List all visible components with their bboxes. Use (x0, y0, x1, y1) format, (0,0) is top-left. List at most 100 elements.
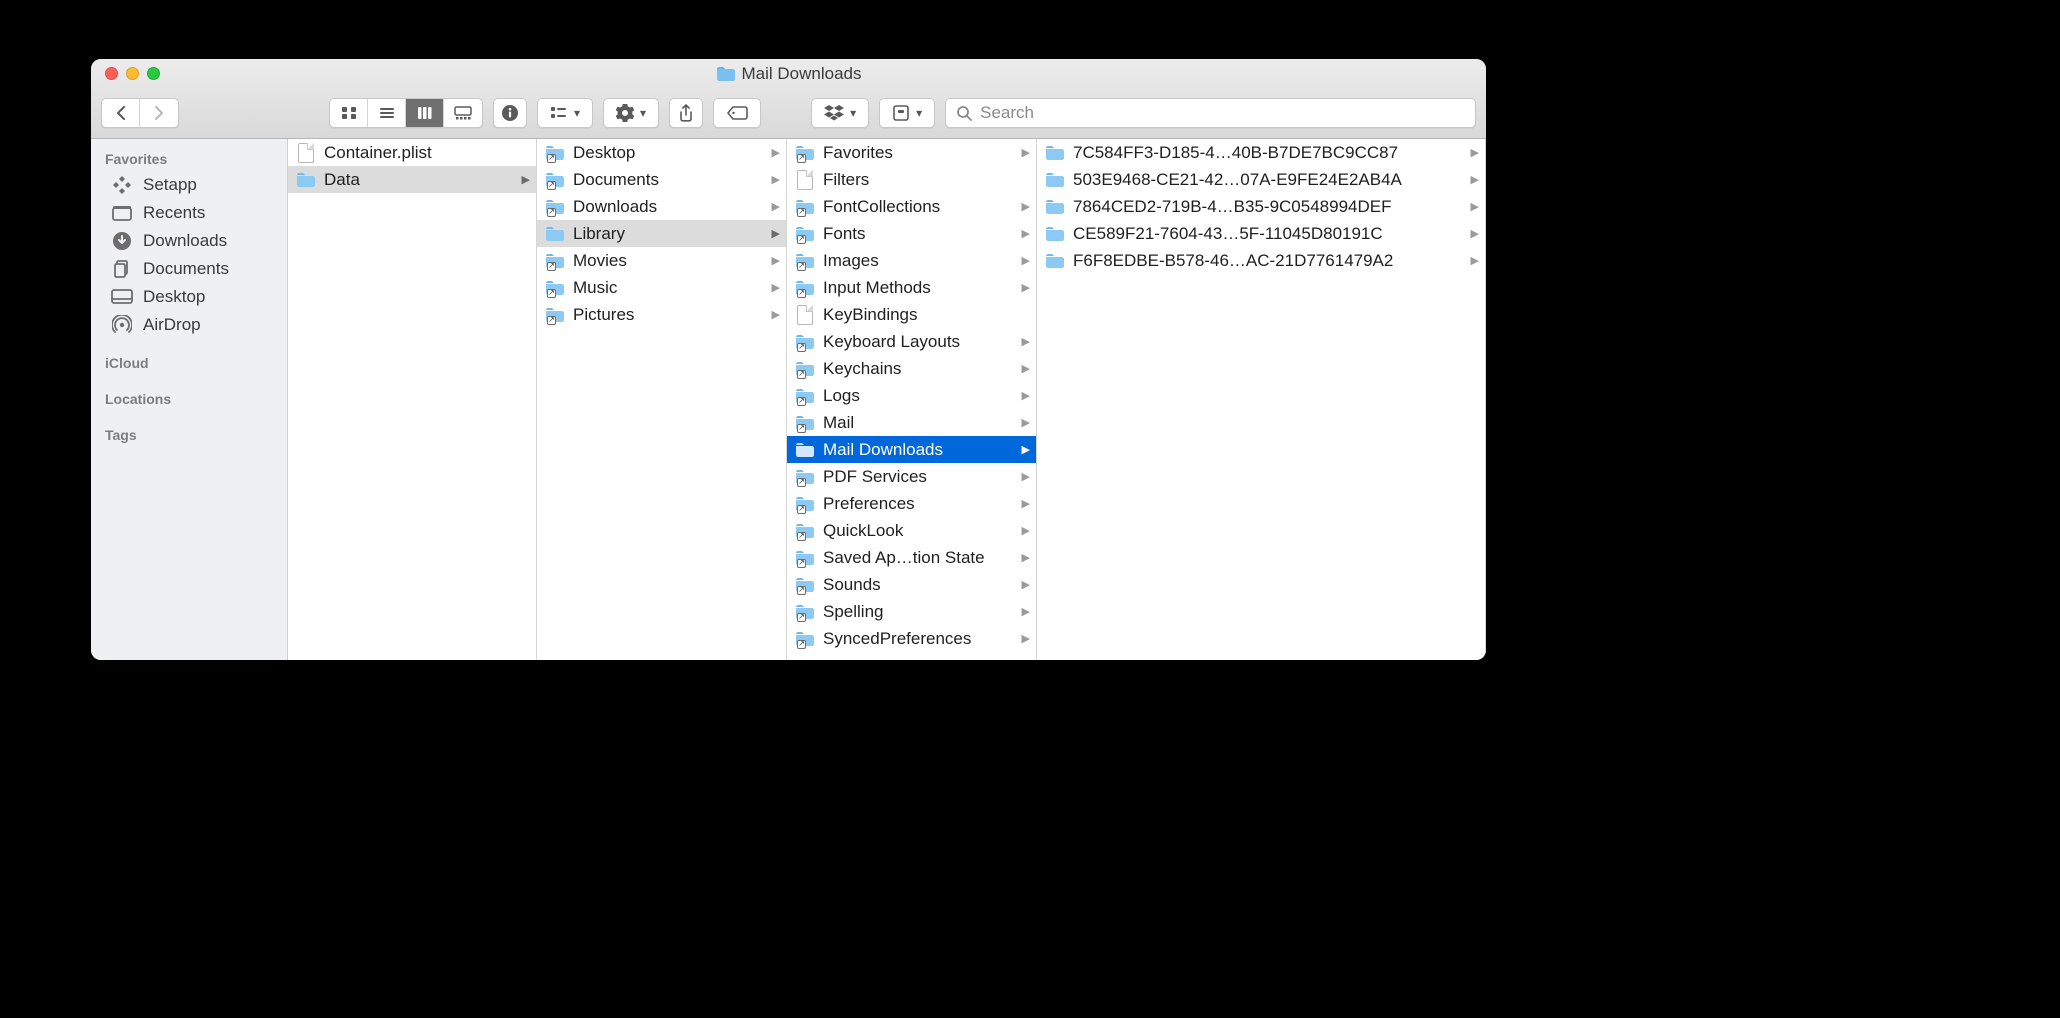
list-item[interactable]: CE589F21-7604-43…5F-11045D80191C▶ (1037, 220, 1485, 247)
list-item[interactable]: SyncedPreferences ▶ (787, 625, 1036, 652)
minimize-window-button[interactable] (126, 67, 139, 80)
sidebar-section-icloud[interactable]: iCloud (91, 349, 287, 375)
zoom-window-button[interactable] (147, 67, 160, 80)
sidebar-item-setapp[interactable]: Setapp (91, 171, 287, 199)
finder-body: Favorites Setapp Recents Downloads Docum… (91, 139, 1486, 660)
list-item[interactable]: Logs ▶ (787, 382, 1036, 409)
tags-button[interactable] (713, 98, 761, 128)
forward-button[interactable] (140, 99, 178, 127)
item-label: Logs (823, 386, 1014, 406)
downloads-icon (111, 230, 133, 252)
folder-alias-icon (795, 604, 815, 620)
sidebar: Favorites Setapp Recents Downloads Docum… (91, 139, 288, 660)
disclosure-arrow-icon: ▶ (1022, 632, 1030, 645)
search-field[interactable] (945, 98, 1476, 128)
list-item[interactable]: 7C584FF3-D185-4…40B-B7DE7BC9CC87▶ (1037, 139, 1485, 166)
disclosure-arrow-icon: ▶ (1022, 254, 1030, 267)
item-label: Fonts (823, 224, 1014, 244)
list-item[interactable]: Spelling▶ (787, 598, 1036, 625)
folder-icon (1045, 145, 1065, 161)
column-1[interactable]: Desktop▶Documents▶Downloads▶Library▶Movi… (537, 139, 787, 660)
list-item[interactable]: Sounds▶ (787, 571, 1036, 598)
folder-alias-icon (795, 631, 815, 647)
list-item[interactable]: PDF Services▶ (787, 463, 1036, 490)
folder-alias-icon (795, 280, 815, 296)
list-item[interactable]: Input Methods▶ (787, 274, 1036, 301)
close-window-button[interactable] (105, 67, 118, 80)
file-icon (296, 143, 316, 163)
list-item[interactable]: Keychains▶ (787, 355, 1036, 382)
sidebar-item-recents[interactable]: Recents (91, 199, 287, 227)
column-view-button[interactable] (406, 99, 444, 127)
sidebar-item-desktop[interactable]: Desktop (91, 283, 287, 311)
disclosure-arrow-icon: ▶ (1022, 146, 1030, 159)
sidebar-section-favorites[interactable]: Favorites (91, 145, 287, 171)
disclosure-arrow-icon: ▶ (1471, 146, 1479, 159)
list-item[interactable]: Pictures▶ (537, 301, 786, 328)
disclosure-arrow-icon: ▶ (1471, 173, 1479, 186)
desktop-icon (111, 286, 133, 308)
list-item[interactable]: Container.plist (288, 139, 536, 166)
list-item[interactable]: Filters (787, 166, 1036, 193)
info-button[interactable] (493, 98, 527, 128)
list-item[interactable]: Library▶ (537, 220, 786, 247)
list-item[interactable]: Data▶ (288, 166, 536, 193)
dropbox-button[interactable]: ▾ (811, 98, 869, 128)
folder-alias-icon (545, 280, 565, 296)
archive-button[interactable]: ▾ (879, 98, 935, 128)
search-input[interactable] (980, 103, 1465, 123)
share-button[interactable] (669, 98, 703, 128)
list-item[interactable]: QuickLook▶ (787, 517, 1036, 544)
list-view-button[interactable] (368, 99, 406, 127)
column-0[interactable]: Container.plistData▶ (288, 139, 537, 660)
recents-icon (111, 202, 133, 224)
icon-view-button[interactable] (330, 99, 368, 127)
item-label: Preferences (823, 494, 1014, 514)
group-button[interactable]: ▾ (537, 98, 593, 128)
list-item[interactable]: Downloads▶ (537, 193, 786, 220)
gallery-view-button[interactable] (444, 99, 482, 127)
sidebar-section-locations[interactable]: Locations (91, 385, 287, 411)
list-item[interactable]: Mail Downloads▶ (787, 436, 1036, 463)
sidebar-item-airdrop[interactable]: AirDrop (91, 311, 287, 339)
list-item[interactable]: 503E9468-CE21-42…07A-E9FE24E2AB4A▶ (1037, 166, 1485, 193)
list-item[interactable]: Favorites▶ (787, 139, 1036, 166)
folder-alias-icon (795, 415, 815, 431)
item-label: KeyBindings (823, 305, 1030, 325)
airdrop-icon (111, 314, 133, 336)
sidebar-section-tags[interactable]: Tags (91, 421, 287, 447)
list-item[interactable]: Documents▶ (537, 166, 786, 193)
disclosure-arrow-icon: ▶ (1022, 200, 1030, 213)
list-item[interactable]: Images▶ (787, 247, 1036, 274)
list-item[interactable]: Preferences▶ (787, 490, 1036, 517)
sidebar-item-label: AirDrop (143, 315, 201, 335)
item-label: Keychains (823, 359, 1014, 379)
back-button[interactable] (102, 99, 140, 127)
list-item[interactable]: Movies▶ (537, 247, 786, 274)
folder-alias-icon (795, 199, 815, 215)
list-item[interactable]: F6F8EDBE-B578-46…AC-21D7761479A2▶ (1037, 247, 1485, 274)
folder-alias-icon (545, 145, 565, 161)
chevron-down-icon: ▾ (574, 106, 580, 120)
list-item[interactable]: Fonts▶ (787, 220, 1036, 247)
item-label: SyncedPreferences (823, 629, 1014, 649)
list-item[interactable]: Mail▶ (787, 409, 1036, 436)
folder-icon (1045, 226, 1065, 242)
list-item[interactable]: Music▶ (537, 274, 786, 301)
item-label: Saved Ap…tion State (823, 548, 1014, 568)
list-item[interactable]: Saved Ap…tion State▶ (787, 544, 1036, 571)
disclosure-arrow-icon: ▶ (1022, 389, 1030, 402)
folder-icon (1045, 172, 1065, 188)
sidebar-item-downloads[interactable]: Downloads (91, 227, 287, 255)
sidebar-item-documents[interactable]: Documents (91, 255, 287, 283)
list-item[interactable]: Keyboard Layouts▶ (787, 328, 1036, 355)
action-button[interactable]: ▾ (603, 98, 659, 128)
list-item[interactable]: Desktop▶ (537, 139, 786, 166)
disclosure-arrow-icon: ▶ (772, 200, 780, 213)
column-2[interactable]: Favorites▶FiltersFontCollections▶Fonts▶I… (787, 139, 1037, 660)
column-3[interactable]: 7C584FF3-D185-4…40B-B7DE7BC9CC87▶503E946… (1037, 139, 1486, 660)
list-item[interactable]: KeyBindings (787, 301, 1036, 328)
chevron-down-icon: ▾ (850, 106, 856, 120)
list-item[interactable]: 7864CED2-719B-4…B35-9C0548994DEF▶ (1037, 193, 1485, 220)
list-item[interactable]: FontCollections▶ (787, 193, 1036, 220)
